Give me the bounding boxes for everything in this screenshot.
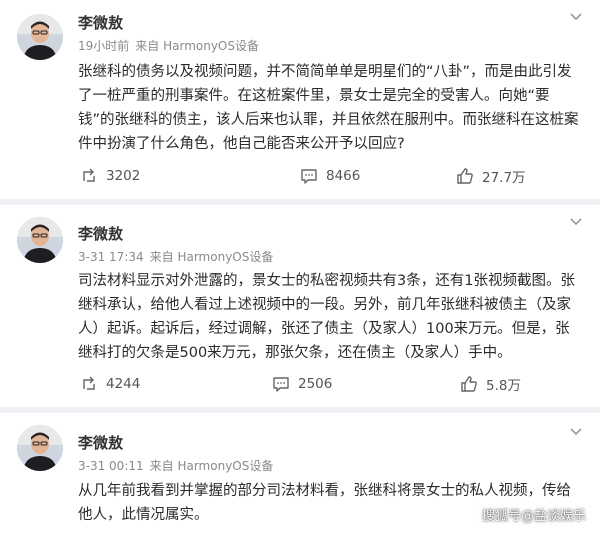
post-meta: 3-31 00:11 来自 HarmonyOS设备: [78, 457, 273, 474]
author-name[interactable]: 李微敖: [78, 223, 123, 244]
like-count: 5.8万: [486, 378, 521, 394]
comment-count: 2506: [298, 376, 333, 392]
comment-button[interactable]: 8466: [300, 164, 360, 188]
avatar-photo-icon: [17, 217, 63, 263]
repost-count: 4244: [106, 376, 141, 392]
repost-button[interactable]: 3202: [80, 164, 140, 188]
chevron-down-icon[interactable]: [568, 8, 584, 24]
comment-count: 8466: [326, 168, 361, 184]
avatar[interactable]: [17, 425, 63, 471]
post-time[interactable]: 19小时前: [78, 39, 129, 53]
like-button[interactable]: 5.8万: [460, 372, 521, 396]
avatar-photo-icon: [17, 425, 63, 471]
post-actions: 4244 2506 5.8万: [0, 372, 600, 396]
comment-icon: [301, 169, 317, 184]
weibo-post: 李微敖 3-31 17:34 来自 HarmonyOS设备 司法材料显示对外泄露的…: [0, 205, 600, 407]
post-content: 张继科的债务以及视频问题，并不简简单单是明星们的“八卦”，而是由此引发了一桩严重…: [78, 64, 579, 152]
repost-icon: [83, 168, 95, 182]
post-content: 司法材料显示对外泄露的，景女士的私密视频共有3条，还有1张视频截图。张继科承认，…: [78, 273, 575, 361]
post-source: 来自 HarmonyOS设备: [149, 459, 274, 473]
author-name[interactable]: 李微敖: [78, 432, 123, 453]
weibo-post: 李微敖 19小时前 来自 HarmonyOS设备 张继科的债务以及视频问题，并不简…: [0, 0, 600, 199]
chevron-down-icon[interactable]: [568, 423, 584, 439]
post-time[interactable]: 3-31 00:11: [78, 459, 144, 473]
like-count: 27.7万: [482, 170, 526, 186]
post-actions: 3202 8466 27.7万: [0, 164, 600, 188]
post-time[interactable]: 3-31 17:34: [78, 250, 144, 264]
avatar-photo-icon: [17, 14, 63, 60]
comment-button[interactable]: 2506: [272, 372, 332, 396]
avatar[interactable]: [17, 14, 63, 60]
comment-icon: [273, 377, 289, 392]
like-button[interactable]: 27.7万: [456, 164, 526, 188]
thumbs-up-icon: [457, 168, 473, 184]
repost-button[interactable]: 4244: [80, 372, 140, 396]
chevron-down-icon[interactable]: [568, 213, 584, 229]
post-meta: 3-31 17:34 来自 HarmonyOS设备: [78, 248, 273, 265]
thumbs-up-icon: [461, 376, 477, 392]
watermark: 搜狐号@盐谈娱乐: [481, 509, 586, 524]
post-meta: 19小时前 来自 HarmonyOS设备: [78, 37, 259, 54]
repost-count: 3202: [106, 168, 141, 184]
repost-icon: [83, 376, 95, 390]
avatar[interactable]: [17, 217, 63, 263]
author-name[interactable]: 李微敖: [78, 12, 123, 33]
post-source: 来自 HarmonyOS设备: [135, 39, 259, 53]
post-source: 来自 HarmonyOS设备: [149, 250, 274, 264]
